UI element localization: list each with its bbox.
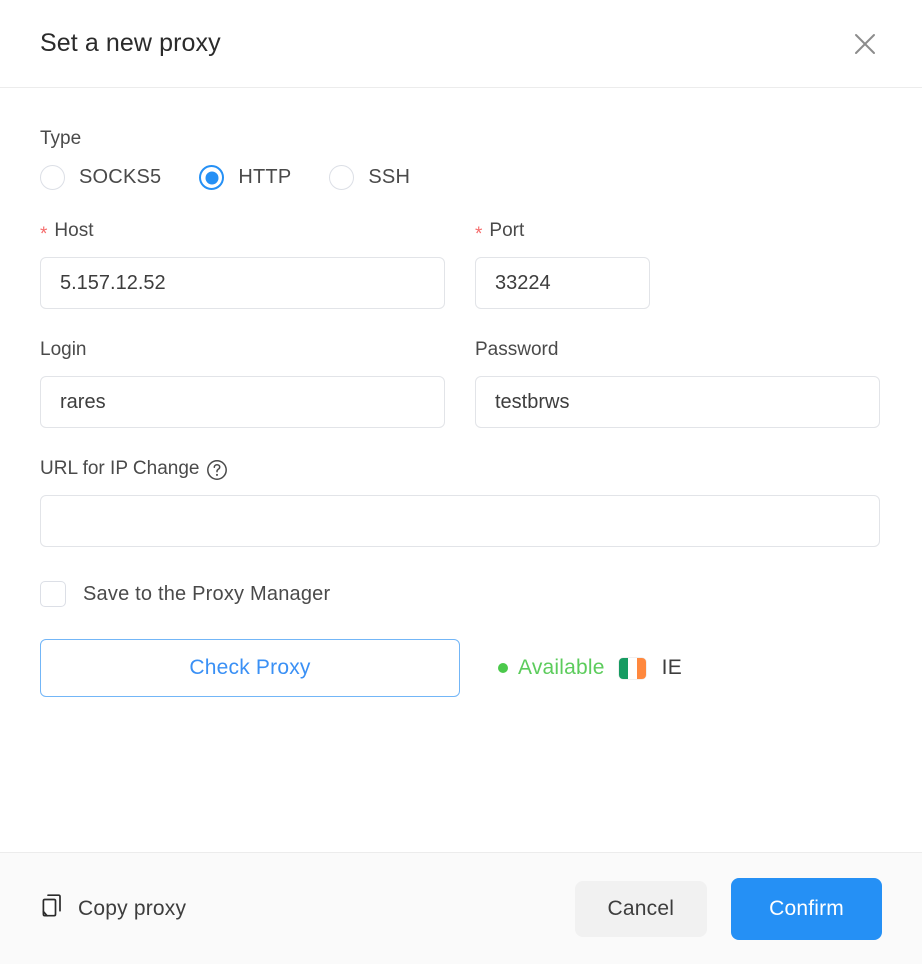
radio-label-http: HTTP (238, 166, 292, 188)
close-icon[interactable] (848, 27, 882, 61)
radio-label-socks5: SOCKS5 (79, 166, 162, 188)
host-required-marker: * (40, 223, 48, 245)
checkbox-box (40, 581, 66, 607)
dialog-footer: Copy proxy Cancel Confirm (0, 852, 922, 964)
confirm-button[interactable]: Confirm (731, 877, 882, 940)
url-ip-change-row: URL for IP Change (40, 458, 882, 547)
radio-circle-http (199, 165, 225, 190)
host-label: * Host (40, 220, 445, 245)
password-input[interactable] (475, 376, 880, 428)
check-proxy-row: Check Proxy Available IE (40, 639, 882, 697)
port-field-group: * Port (475, 220, 650, 309)
proxy-status-text: Available (518, 656, 605, 679)
check-proxy-button[interactable]: Check Proxy (40, 639, 460, 697)
dialog-body: Type SOCKS5 HTTP SSH * Host 5.157.12.52 … (0, 88, 922, 852)
status-dot-icon (498, 663, 508, 673)
copy-proxy-button[interactable]: Copy proxy (40, 893, 186, 924)
login-password-row: Login Password (40, 339, 882, 428)
proxy-status-group: Available IE (498, 656, 682, 680)
radio-circle-ssh (329, 165, 355, 190)
url-ip-change-label-text: URL for IP Change (40, 458, 200, 479)
password-label: Password (475, 339, 880, 361)
help-circle-icon[interactable] (206, 459, 228, 481)
password-field-group: Password (475, 339, 880, 428)
radio-option-ssh[interactable]: SSH (329, 165, 410, 190)
copy-proxy-label: Copy proxy (78, 896, 187, 920)
country-code-label: IE (661, 656, 683, 679)
cancel-button[interactable]: Cancel (574, 880, 708, 937)
radio-option-socks5[interactable]: SOCKS5 (40, 165, 161, 190)
save-to-proxy-manager-label: Save to the Proxy Manager (83, 582, 331, 605)
radio-label-ssh: SSH (368, 166, 411, 188)
dialog-title: Set a new proxy (40, 29, 221, 57)
radio-circle-socks5 (40, 165, 65, 190)
ireland-flag-icon (618, 657, 646, 679)
host-input[interactable] (40, 257, 445, 309)
host-port-row: * Host * Port (40, 220, 882, 309)
password-label-text: Password (475, 339, 559, 360)
port-label-text: Port (489, 220, 525, 241)
radio-option-http[interactable]: HTTP (199, 165, 291, 190)
url-ip-change-label: URL for IP Change (40, 458, 880, 480)
login-input[interactable] (40, 376, 445, 428)
copy-icon (40, 893, 64, 924)
login-field-group: Login (40, 339, 445, 428)
port-required-marker: * (475, 223, 483, 245)
type-label: Type (40, 128, 882, 150)
login-label: Login (40, 339, 445, 361)
port-input[interactable] (475, 257, 650, 309)
login-label-text: Login (40, 339, 87, 360)
url-ip-change-group: URL for IP Change (40, 458, 880, 547)
type-label-text: Type (40, 128, 82, 149)
port-label: * Port (475, 220, 650, 245)
dialog-header: Set a new proxy (0, 0, 922, 88)
host-field-group: * Host (40, 220, 445, 309)
save-to-proxy-manager-checkbox[interactable]: Save to the Proxy Manager (40, 581, 330, 607)
host-label-text: Host (54, 220, 94, 241)
url-ip-change-input[interactable] (40, 495, 880, 547)
set-new-proxy-dialog: Set a new proxy Type SOCKS5 HTTP SSH * H… (0, 0, 922, 964)
proxy-type-radio-group: SOCKS5 HTTP SSH (40, 165, 882, 190)
